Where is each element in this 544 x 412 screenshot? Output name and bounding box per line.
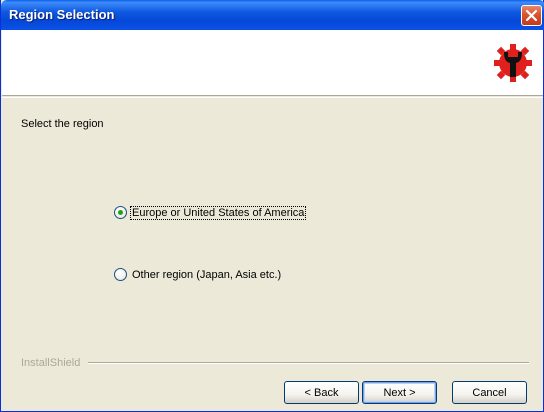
- radio-other-region[interactable]: [114, 268, 127, 281]
- installshield-branding: InstallShield: [21, 356, 529, 370]
- option-label-other-region[interactable]: Other region (Japan, Asia etc.): [131, 269, 282, 281]
- back-button[interactable]: < Back: [284, 381, 359, 404]
- next-button-label: Next >: [383, 386, 416, 399]
- header-panel: [2, 30, 543, 96]
- prompt-text: Select the region: [21, 118, 104, 130]
- cancel-button[interactable]: Cancel: [452, 381, 527, 404]
- brand-text: InstallShield: [21, 357, 81, 369]
- back-button-label: < Back: [304, 386, 339, 399]
- footer-divider: [88, 362, 529, 364]
- cancel-button-label: Cancel: [472, 386, 507, 399]
- next-button[interactable]: Next >: [362, 381, 437, 404]
- title-bar[interactable]: Region Selection: [1, 0, 544, 30]
- window-title: Region Selection: [9, 7, 115, 22]
- radio-europe-usa[interactable]: [114, 206, 127, 219]
- gear-wrench-icon: [494, 44, 532, 82]
- option-europe-usa[interactable]: Europe or United States of America: [114, 205, 307, 220]
- close-x-icon: [525, 9, 538, 22]
- installer-dialog: Region Selection Select the region Europ…: [0, 0, 544, 412]
- option-other-region[interactable]: Other region (Japan, Asia etc.): [114, 268, 282, 281]
- option-label-europe-usa[interactable]: Europe or United States of America: [129, 205, 307, 220]
- close-button[interactable]: [521, 5, 542, 26]
- header-separator: [2, 97, 543, 98]
